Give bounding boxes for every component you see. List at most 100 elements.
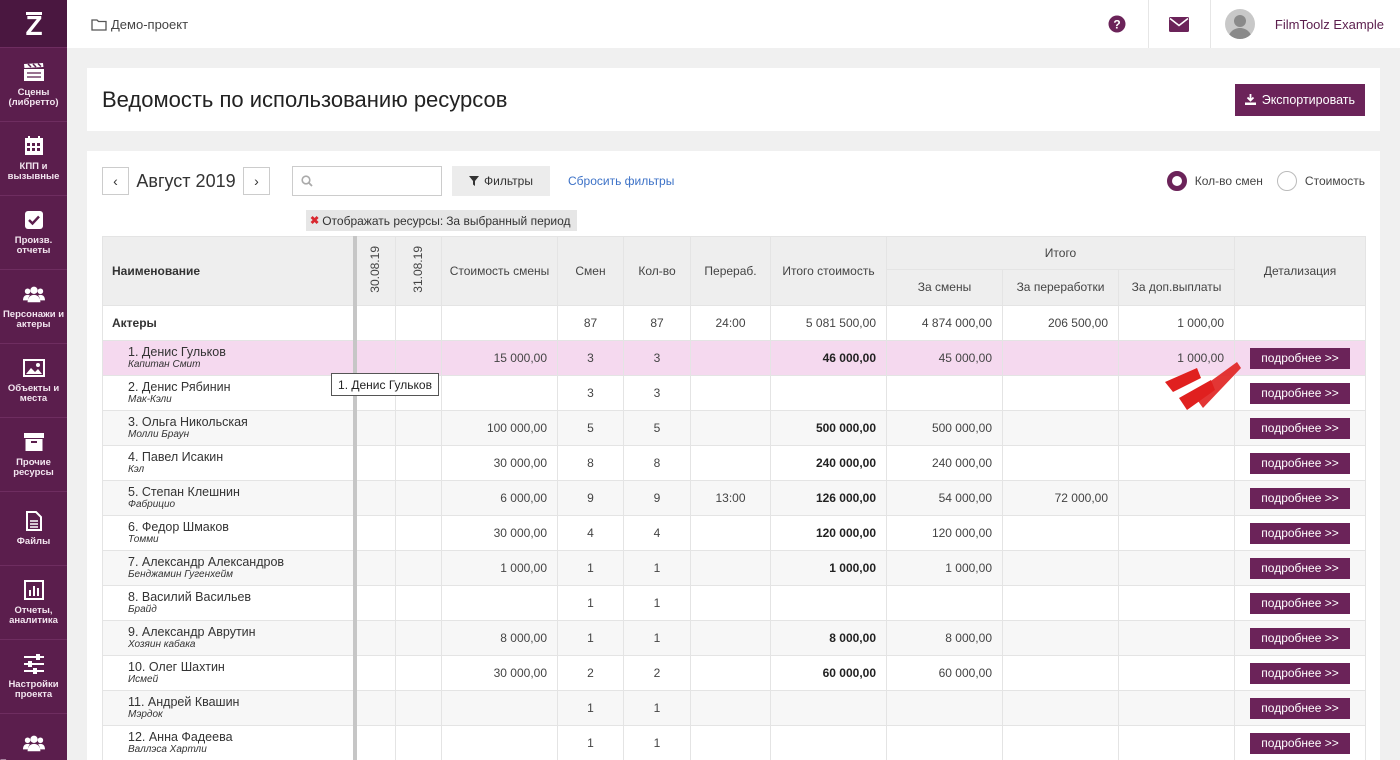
cell-name: 12. Анна Фадеева Валлэса Хартли: [102, 725, 355, 760]
app-logo[interactable]: Z: [0, 0, 67, 48]
cell-by-shifts: 8 000,00: [886, 620, 1003, 656]
sidebar-item-3[interactable]: Произв. отчеты: [0, 196, 67, 270]
cell-by-extra: [1117, 620, 1236, 656]
more-details-button[interactable]: подробнее >>: [1250, 417, 1351, 439]
cell-total-cost: 240 000,00: [770, 445, 887, 481]
sidebar-item-1[interactable]: Сцены (либретто): [0, 48, 67, 122]
cell-shift-cost: [441, 690, 558, 726]
resource-name[interactable]: 5. Степан Клешнин: [128, 485, 353, 499]
cell-total-cost: [770, 375, 887, 411]
cell-shifts: 5: [557, 410, 624, 446]
avatar: [1224, 9, 1255, 39]
cell-shift-cost: 30 000,00: [441, 515, 558, 551]
resource-name[interactable]: 10. Олег Шахтин: [128, 660, 353, 674]
sidebar-item-6[interactable]: Прочие ресурсы: [0, 418, 67, 492]
cell-by-overtime: [1002, 585, 1119, 621]
resource-name[interactable]: 3. Ольга Никольская: [128, 415, 353, 429]
table-row: 8. Василий Васильев Брайд 1 1 подробнее >>: [102, 585, 1367, 621]
cell-total-cost: 8 000,00: [770, 620, 887, 656]
resource-name[interactable]: 6. Федор Шмаков: [128, 520, 353, 534]
cell-shifts: 1: [557, 690, 624, 726]
cell-name: 8. Василий Васильев Брайд: [102, 585, 355, 621]
more-details-button[interactable]: подробнее >>: [1250, 557, 1351, 579]
messages-button[interactable]: [1147, 0, 1210, 48]
resource-name[interactable]: 1. Денис Гульков: [128, 345, 353, 359]
sidebar-item-8[interactable]: Отчеты, аналитика: [0, 566, 67, 640]
question-icon: ?: [1108, 15, 1126, 33]
more-details-button[interactable]: подробнее >>: [1250, 592, 1351, 614]
sidebar-item-7[interactable]: Файлы: [0, 492, 67, 566]
cell-by-shifts: 240 000,00: [886, 445, 1003, 481]
cell-name: 4. Павел Исакин Кэл: [102, 445, 355, 481]
more-details-button[interactable]: подробнее >>: [1250, 382, 1351, 404]
cell-by-shifts: 54 000,00: [886, 480, 1003, 516]
header-details: Детализация: [1234, 236, 1367, 306]
header-qty[interactable]: Кол-во: [623, 236, 691, 306]
character-name: Исмей: [128, 674, 159, 685]
resource-name[interactable]: 2. Денис Рябинин: [128, 380, 353, 394]
cell-overtime: [690, 515, 771, 551]
header-shift-cost[interactable]: Стоимость смены: [441, 236, 558, 306]
resource-name[interactable]: 12. Анна Фадеева: [128, 730, 353, 744]
cell-by-shifts: 60 000,00: [886, 655, 1003, 691]
header-total-cost[interactable]: Итого стоимость: [770, 236, 887, 306]
resource-name[interactable]: 7. Александр Александров: [128, 555, 353, 569]
reset-filters-link[interactable]: Сбросить фильтры: [568, 174, 674, 188]
remove-filter-icon[interactable]: ✖: [310, 214, 319, 227]
file-icon: [23, 510, 45, 532]
funnel-icon: [469, 176, 480, 186]
cell-by-shifts: 1 000,00: [886, 550, 1003, 586]
sidebar-item-5[interactable]: Объекты и места: [0, 344, 67, 418]
next-month-button[interactable]: ›: [243, 167, 270, 195]
more-details-button[interactable]: подробнее >>: [1250, 627, 1351, 649]
group-overtime: 24:00: [690, 305, 771, 341]
sidebar-item-10[interactable]: Пользователи: [0, 714, 67, 760]
cell-qty: 1: [623, 620, 691, 656]
export-button[interactable]: Экспортировать: [1234, 83, 1365, 116]
header-by-extra[interactable]: За доп.выплаты: [1117, 269, 1236, 306]
more-details-button[interactable]: подробнее >>: [1250, 487, 1351, 509]
cell-overtime: 13:00: [690, 480, 771, 516]
header-name[interactable]: Наименование: [102, 236, 355, 306]
cell-name: 5. Степан Клешнин Фабрицио: [102, 480, 355, 516]
more-details-button[interactable]: подробнее >>: [1250, 662, 1351, 684]
resource-name[interactable]: 11. Андрей Квашин: [128, 695, 353, 709]
header-date: 30.08.19: [352, 236, 396, 306]
sidebar-item-label: Персонажи и актеры: [2, 308, 65, 330]
more-details-button[interactable]: подробнее >>: [1250, 522, 1351, 544]
name-tooltip: 1. Денис Гульков: [331, 373, 439, 396]
header-by-overtime[interactable]: За переработки: [1002, 269, 1119, 306]
cell-total-cost: 60 000,00: [770, 655, 887, 691]
more-details-button[interactable]: подробнее >>: [1250, 347, 1351, 369]
character-name: Брайд: [128, 604, 157, 615]
search-input[interactable]: [319, 173, 429, 189]
resource-table: Наименование 30.08.19 31.08.19 Стоимость…: [102, 236, 1367, 760]
resource-name[interactable]: 4. Павел Исакин: [128, 450, 353, 464]
radio-cost[interactable]: Стоимость: [1276, 171, 1365, 191]
group-row: Актеры 87 87 24:00 5 081 500,00 4 874 00…: [102, 305, 1367, 341]
filters-button[interactable]: Фильтры: [452, 166, 550, 196]
prev-month-button[interactable]: ‹: [102, 167, 129, 195]
header-overtime[interactable]: Перераб.: [690, 236, 771, 306]
user-menu[interactable]: FilmToolz Example: [1209, 0, 1400, 48]
cell-details: подробнее >>: [1234, 725, 1367, 760]
cell-qty: 8: [623, 445, 691, 481]
radio-shifts[interactable]: Кол-во смен: [1166, 171, 1263, 191]
table-row: 4. Павел Исакин Кэл 30 000,00 8 8 240 000,00 2…: [102, 445, 1367, 481]
sidebar-item-4[interactable]: Персонажи и актеры: [0, 270, 67, 344]
sidebar-item-9[interactable]: Настройки проекта: [0, 640, 67, 714]
help-button[interactable]: ?: [1086, 0, 1148, 48]
group-by-shifts: 4 874 000,00: [886, 305, 1003, 341]
resource-name[interactable]: 8. Василий Васильев: [128, 590, 353, 604]
resource-name[interactable]: 9. Александр Аврутин: [128, 625, 353, 639]
more-details-button[interactable]: подробнее >>: [1250, 732, 1351, 754]
cell-details: подробнее >>: [1234, 410, 1367, 446]
more-details-button[interactable]: подробнее >>: [1250, 452, 1351, 474]
more-details-button[interactable]: подробнее >>: [1250, 697, 1351, 719]
header-shifts[interactable]: Смен: [557, 236, 624, 306]
breadcrumb[interactable]: Демо-проект: [91, 17, 188, 32]
header-by-shifts[interactable]: За смены: [886, 269, 1003, 306]
sidebar-item-2[interactable]: КПП и вызывные: [0, 122, 67, 196]
cell-date: [395, 445, 442, 481]
table-row: 5. Степан Клешнин Фабрицио 6 000,00 9 9 13:00…: [102, 480, 1367, 516]
